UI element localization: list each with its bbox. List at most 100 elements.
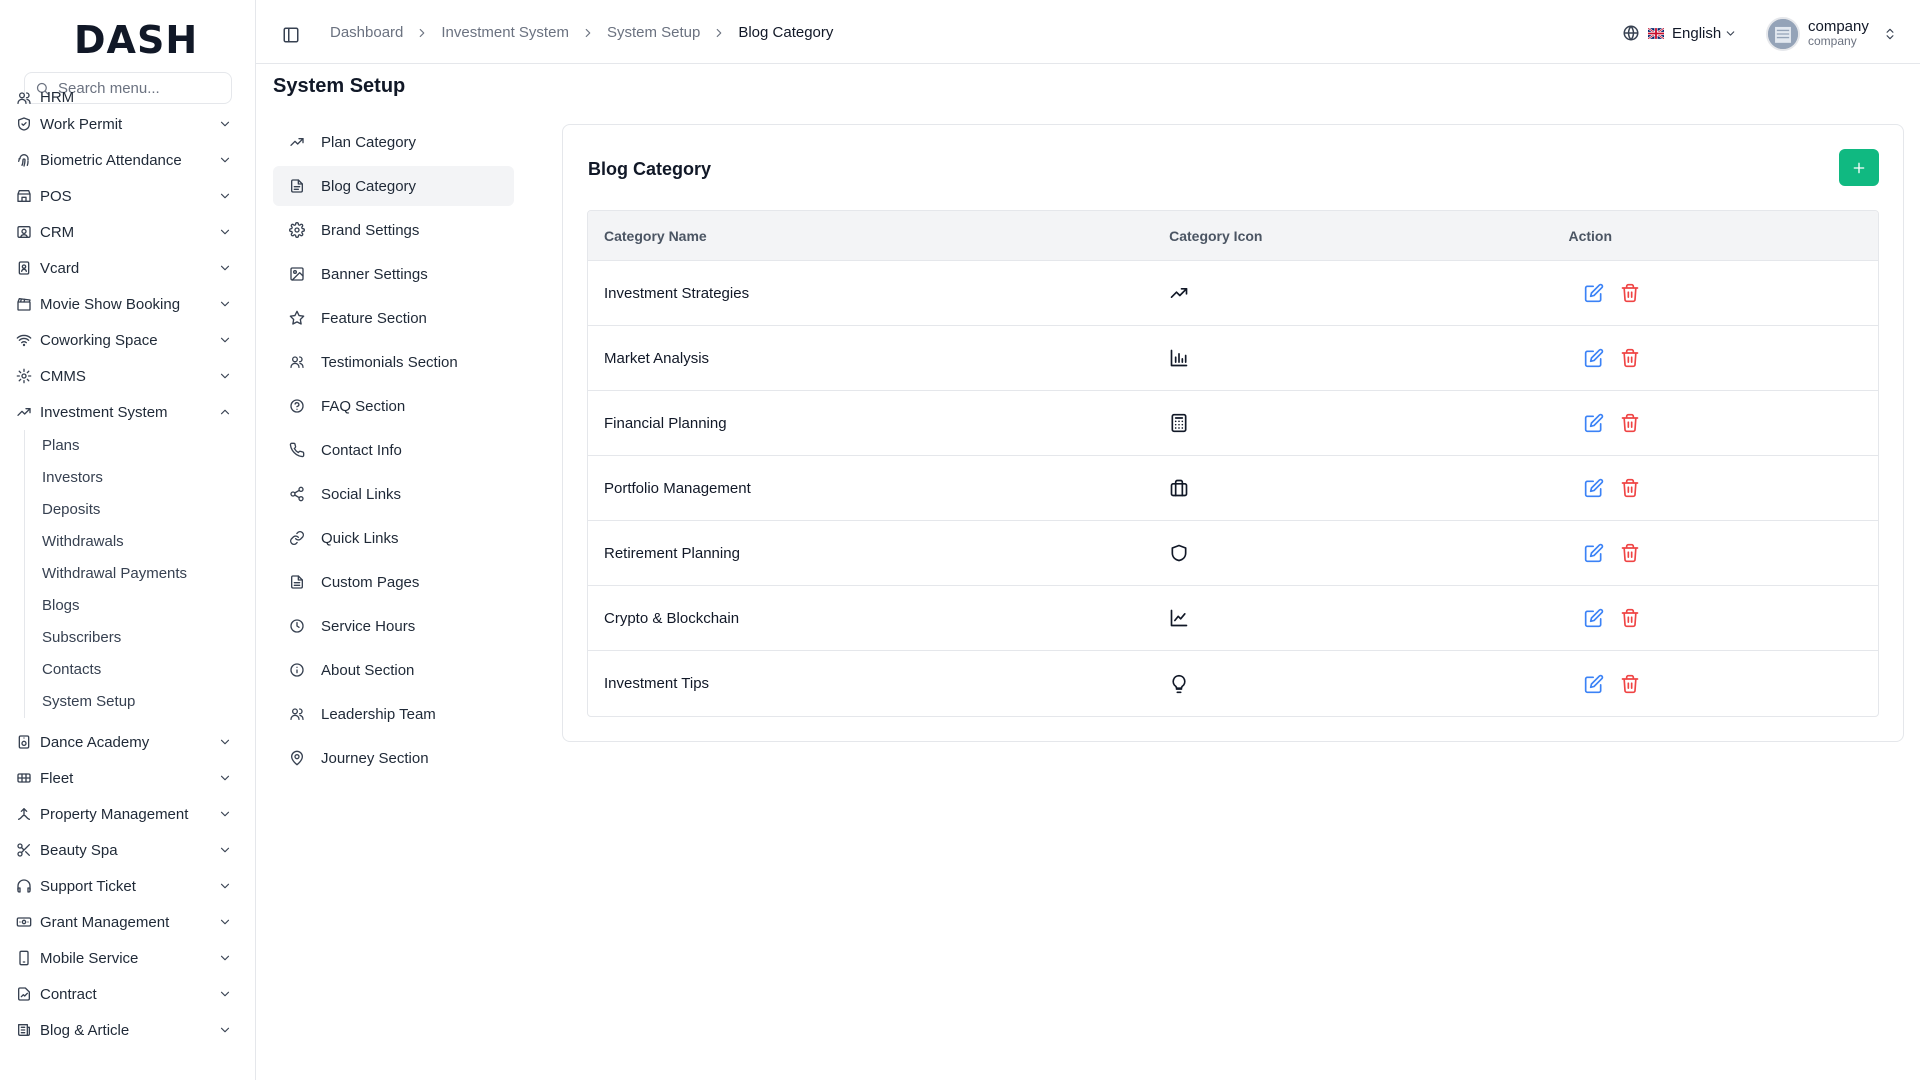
sidebar-item-mobile-service[interactable]: Mobile Service <box>0 940 255 976</box>
chevron-down-icon <box>220 919 230 925</box>
sidebar-menu: HRM Work Permit Biometric Attendance POS CRM… <box>0 92 255 1048</box>
submenu-item-contacts[interactable]: Contacts <box>25 654 255 686</box>
sidebar-item-pos[interactable]: POS <box>0 178 255 214</box>
sidebar-item-dance-academy[interactable]: Dance Academy <box>0 724 255 760</box>
trash-icon[interactable] <box>1620 413 1640 433</box>
edit-icon[interactable] <box>1584 608 1604 628</box>
page-title: System Setup <box>273 75 406 97</box>
lightbulb-icon <box>1172 674 1186 693</box>
category-icon-cell <box>1153 608 1552 628</box>
sidebar-item-crm[interactable]: CRM <box>0 214 255 250</box>
setup-nav-label: FAQ Section <box>321 397 406 415</box>
category-name: Retirement Planning <box>604 544 740 562</box>
briefcase-icon <box>1170 479 1188 497</box>
sidebar-item-work-permit[interactable]: Work Permit <box>0 106 255 142</box>
category-name: Investment Strategies <box>604 284 750 302</box>
logo-text: DASH <box>74 18 199 62</box>
edit-icon[interactable] <box>1584 478 1604 498</box>
chevron-down-icon <box>220 265 230 271</box>
setup-nav-social-links[interactable]: Social Links <box>273 474 514 514</box>
edit-icon[interactable] <box>1584 674 1604 694</box>
table-row: Investment Strategies <box>588 261 1878 326</box>
bar-chart-icon <box>1170 349 1188 367</box>
trash-icon[interactable] <box>1620 543 1640 563</box>
trash-icon[interactable] <box>1620 674 1640 694</box>
chevron-down-icon <box>220 739 230 745</box>
trash-icon[interactable] <box>1620 478 1640 498</box>
users-icon <box>290 708 304 720</box>
setup-nav-plan-category[interactable]: Plan Category <box>273 122 514 162</box>
uk-flag-icon <box>1648 27 1664 39</box>
setup-nav-leadership-team[interactable]: Leadership Team <box>273 694 514 734</box>
chevron-down-icon <box>220 991 230 997</box>
sidebar-item-beauty-spa[interactable]: Beauty Spa <box>0 832 255 868</box>
submenu-item-blogs[interactable]: Blogs <box>25 590 255 622</box>
setup-nav-brand-settings[interactable]: Brand Settings <box>273 210 514 250</box>
sidebar-item-contract[interactable]: Contract <box>0 976 255 1012</box>
sidebar-item-label: Fleet <box>40 769 74 787</box>
action-cell <box>1552 413 1878 433</box>
edit-icon[interactable] <box>1584 348 1604 368</box>
sidebar-item-support-ticket[interactable]: Support Ticket <box>0 868 255 904</box>
trash-icon[interactable] <box>1620 283 1640 303</box>
setup-nav-about-section[interactable]: About Section <box>273 650 514 690</box>
setup-nav-quick-links[interactable]: Quick Links <box>273 518 514 558</box>
chevron-down-icon <box>220 847 230 853</box>
sidebar-item-label: Vcard <box>40 259 80 277</box>
sidebar-item-property-management[interactable]: Property Management <box>0 796 255 832</box>
setup-nav-label: Contact Info <box>321 441 402 459</box>
setup-nav-blog-category[interactable]: Blog Category <box>273 166 514 206</box>
breadcrumb-dashboard[interactable]: Dashboard <box>330 24 403 41</box>
table-row: Crypto & Blockchain <box>588 586 1878 651</box>
category-name: Financial Planning <box>604 414 727 432</box>
sidebar-item-blog-article[interactable]: Blog & Article <box>0 1012 255 1048</box>
setup-nav-faq-section[interactable]: FAQ Section <box>273 386 514 426</box>
edit-icon[interactable] <box>1584 283 1604 303</box>
table-row: Investment Tips <box>588 651 1878 716</box>
category-name: Investment Tips <box>604 675 710 692</box>
sidebar-item-movie-show-booking[interactable]: Movie Show Booking <box>0 286 255 322</box>
setup-nav-contact-info[interactable]: Contact Info <box>273 430 514 470</box>
setup-nav-label: Brand Settings <box>321 221 420 239</box>
submenu-item-system-setup[interactable]: System Setup <box>25 686 255 718</box>
column-header-icon[interactable]: Category Icon <box>1153 228 1552 244</box>
sidebar-item-grant-management[interactable]: Grant Management <box>0 904 255 940</box>
sidebar-item-coworking-space[interactable]: Coworking Space <box>0 322 255 358</box>
sidebar-toggle-icon[interactable] <box>282 26 300 44</box>
submenu-item-withdrawal-payments[interactable]: Withdrawal Payments <box>25 558 255 590</box>
setup-nav-service-hours[interactable]: Service Hours <box>273 606 514 646</box>
sidebar-item-vcard[interactable]: Vcard <box>0 250 255 286</box>
submenu-item-subscribers[interactable]: Subscribers <box>25 622 255 654</box>
add-category-button[interactable] <box>1839 149 1879 186</box>
user-menu[interactable]: company company <box>1766 17 1897 51</box>
setup-nav-banner-settings[interactable]: Banner Settings <box>273 254 514 294</box>
setup-nav-testimonials-section[interactable]: Testimonials Section <box>273 342 514 382</box>
setup-nav-custom-pages[interactable]: Custom Pages <box>273 562 514 602</box>
newspaper-icon <box>18 1024 30 1036</box>
setup-nav-label: Journey Section <box>321 749 429 767</box>
sidebar-item-cmms[interactable]: CMMS <box>0 358 255 394</box>
shield-icon <box>1171 544 1187 562</box>
column-header-name[interactable]: Category Name <box>588 228 1153 244</box>
edit-icon[interactable] <box>1584 543 1604 563</box>
breadcrumb-investment-system[interactable]: Investment System <box>441 24 569 41</box>
sidebar-item-biometric-attendance[interactable]: Biometric Attendance <box>0 142 255 178</box>
submenu-item-withdrawals[interactable]: Withdrawals <box>25 526 255 558</box>
sidebar-item-label: Movie Show Booking <box>40 295 181 313</box>
setup-nav-feature-section[interactable]: Feature Section <box>273 298 514 338</box>
submenu-item-investors[interactable]: Investors <box>25 462 255 494</box>
setup-nav-journey-section[interactable]: Journey Section <box>273 738 514 778</box>
breadcrumb-system-setup[interactable]: System Setup <box>607 24 700 41</box>
sidebar-item-fleet[interactable]: Fleet <box>0 760 255 796</box>
table-row: Portfolio Management <box>588 456 1878 521</box>
setup-nav-label: Custom Pages <box>321 573 420 591</box>
edit-icon[interactable] <box>1584 413 1604 433</box>
language-selector[interactable]: English <box>1622 24 1737 42</box>
logo[interactable]: DASH <box>74 18 199 62</box>
submenu-item-deposits[interactable]: Deposits <box>25 494 255 526</box>
trash-icon[interactable] <box>1620 608 1640 628</box>
sidebar-item-hrm[interactable]: HRM <box>0 92 255 106</box>
submenu-item-plans[interactable]: Plans <box>25 430 255 462</box>
sidebar-item-investment-system[interactable]: Investment System <box>0 394 255 430</box>
trash-icon[interactable] <box>1620 348 1640 368</box>
